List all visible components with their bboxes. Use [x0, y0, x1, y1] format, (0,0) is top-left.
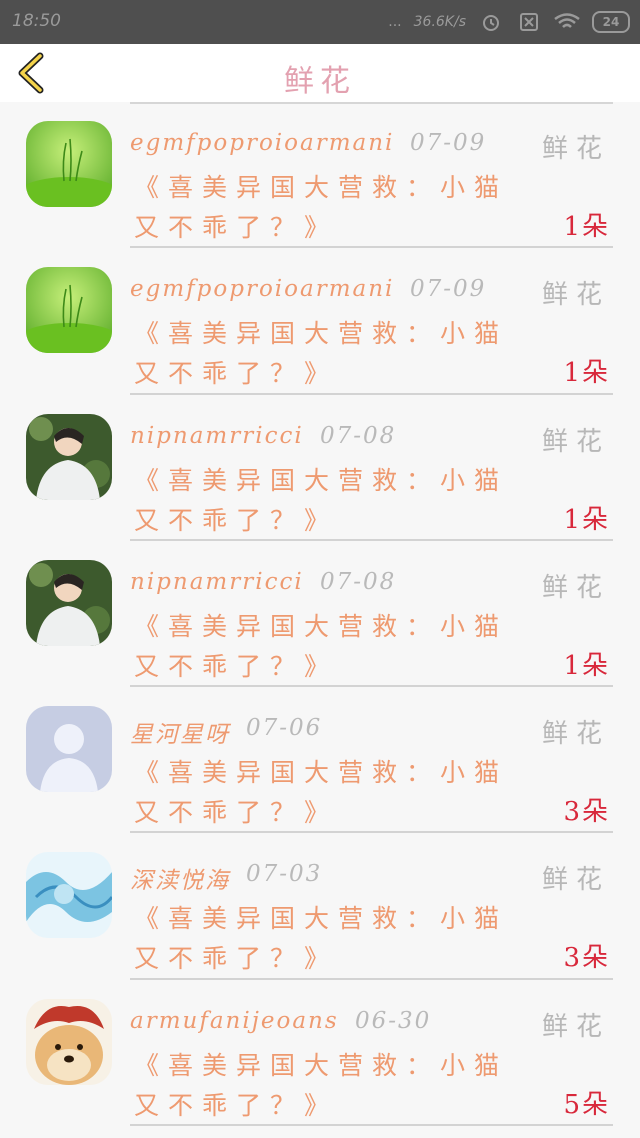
wifi-icon	[554, 13, 580, 28]
record-date: 07-03	[246, 861, 323, 888]
book-title-message[interactable]: 《喜美异国大营救：小猫又不乖了？》	[134, 168, 534, 248]
record-date: 06-30	[355, 1007, 432, 1034]
username[interactable]: 深渎悦海	[130, 861, 230, 895]
book-title-message[interactable]: 《喜美异国大营救：小猫又不乖了？》	[134, 461, 534, 541]
user-avatar[interactable]	[26, 413, 112, 500]
no-sim-icon	[520, 13, 538, 31]
username[interactable]: nipnamrricci	[130, 423, 304, 449]
app-header: 鲜花	[0, 44, 640, 102]
user-avatar[interactable]	[26, 998, 112, 1085]
record-date: 07-06	[246, 715, 323, 742]
record-date: 07-09	[410, 276, 487, 303]
gift-count: 3朵	[563, 943, 610, 974]
username[interactable]: egmfpoproioarmani	[130, 276, 394, 302]
username[interactable]: nipnamrricci	[130, 569, 304, 595]
gift-record-row[interactable]: 深渎悦海 07-03 鲜花 《喜美异国大营救：小猫又不乖了？》 3朵	[0, 833, 640, 980]
record-date: 07-08	[320, 422, 397, 449]
status-bar: 18:50 ... 36.6K/s 24	[0, 0, 640, 44]
book-title-message[interactable]: 《喜美异国大营救：小猫又不乖了？》	[134, 753, 534, 833]
alarm-icon	[483, 15, 499, 31]
username[interactable]: egmfpoproioarmani	[130, 130, 394, 156]
row-divider	[130, 1124, 613, 1127]
book-title-message[interactable]: 《喜美异国大营救：小猫又不乖了？》	[134, 314, 534, 394]
gift-record-row[interactable]: 星河星呀 07-06 鲜花 《喜美异国大营救：小猫又不乖了？》 3朵	[0, 687, 640, 834]
gift-type-label: 鲜花	[541, 865, 610, 896]
book-title-message[interactable]: 《喜美异国大营救：小猫又不乖了？》	[134, 607, 534, 687]
user-avatar[interactable]	[26, 706, 112, 793]
user-avatar[interactable]	[26, 267, 112, 354]
net-speed: 36.6K/s	[413, 14, 466, 30]
gift-type-label: 鲜花	[541, 572, 610, 603]
record-date: 07-09	[410, 130, 487, 156]
page-title: 鲜花	[284, 64, 356, 99]
gift-record-row[interactable]: nipnamrricci 07-08 鲜花 《喜美异国大营救：小猫又不乖了？》 1朵	[0, 541, 640, 688]
status-time: 18:50	[12, 11, 61, 31]
gift-type-label: 鲜花	[541, 280, 610, 311]
gift-count: 1朵	[563, 358, 610, 389]
user-avatar[interactable]	[26, 559, 112, 646]
record-date: 07-08	[320, 568, 397, 595]
gift-type-label: 鲜花	[541, 134, 610, 164]
gift-record-row[interactable]: egmfpoproioarmani 07-09 鲜花 《喜美异国大营救：小猫又不乖了？…	[0, 102, 640, 249]
username[interactable]: 星河星呀	[130, 715, 230, 749]
status-icons: ... 36.6K/s 24	[388, 10, 630, 34]
book-title-message[interactable]: 《喜美异国大营救：小猫又不乖了？》	[134, 1046, 534, 1126]
user-avatar[interactable]	[26, 852, 112, 939]
username[interactable]: armufanijeoans	[130, 1008, 339, 1034]
gift-record-row[interactable]: egmfpoproioarmani 07-09 鲜花 《喜美异国大营救：小猫又不乖了？…	[0, 248, 640, 395]
gift-record-row[interactable]: nipnamrricci 07-08 鲜花 《喜美异国大营救：小猫又不乖了？》 1朵	[0, 395, 640, 541]
gift-count: 5朵	[563, 1089, 610, 1120]
gift-record-row[interactable]: armufanijeoans 06-30 鲜花 《喜美异国大营救：小猫又不乖了？》 5朵	[0, 980, 640, 1127]
gift-type-label: 鲜花	[541, 719, 610, 750]
gift-count: 1朵	[563, 504, 610, 535]
user-avatar[interactable]	[26, 121, 112, 207]
book-title-message[interactable]: 《喜美异国大营救：小猫又不乖了？》	[134, 899, 534, 979]
gift-count: 1朵	[563, 212, 610, 242]
gift-type-label: 鲜花	[541, 1011, 610, 1042]
signal-dots: ...	[388, 14, 402, 30]
gift-record-list: egmfpoproioarmani 07-09 鲜花 《喜美异国大营救：小猫又不乖了？…	[0, 102, 640, 1127]
battery-indicator: 24	[592, 11, 630, 33]
gift-count: 1朵	[563, 650, 610, 681]
gift-count: 3朵	[563, 797, 610, 828]
gift-type-label: 鲜花	[541, 426, 610, 457]
